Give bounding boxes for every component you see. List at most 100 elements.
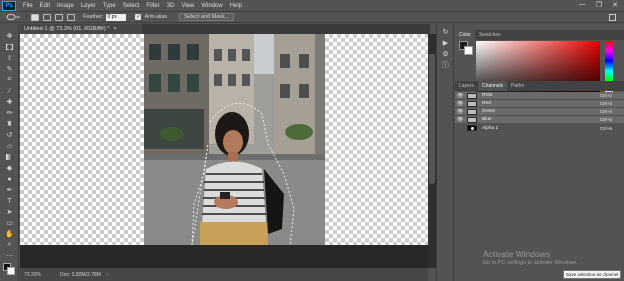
channel-thumbnail	[467, 100, 477, 107]
channel-thumbnail	[467, 116, 477, 123]
options-bar: Feather: 0 px ✓ Anti-alias Select and Ma…	[0, 11, 624, 23]
close-button[interactable]: ✕	[612, 1, 618, 9]
channel-shortcut: Ctrl+3	[599, 101, 612, 106]
channel-shortcut: Ctrl+6	[599, 125, 612, 131]
dodge-tool-icon[interactable]: ●	[5, 175, 14, 183]
window-controls: — ❐ ✕	[579, 1, 618, 9]
menu-filter[interactable]: Filter	[146, 3, 159, 9]
gradient-tool-icon[interactable]	[5, 153, 14, 161]
transparent-area-right	[325, 34, 428, 245]
crop-tool-icon[interactable]: ⌗	[5, 76, 14, 84]
menu-window[interactable]: Window	[201, 3, 222, 9]
channel-row-red[interactable]: 👁 Red Ctrl+3	[455, 100, 624, 108]
scrollbar-thumb[interactable]	[429, 54, 435, 184]
subtract-selection-icon[interactable]	[55, 13, 63, 21]
intersect-selection-icon[interactable]	[67, 13, 75, 21]
feather-input[interactable]: 0 px	[106, 13, 127, 21]
options-divider	[26, 13, 27, 21]
channel-name: Blue	[482, 117, 492, 122]
watermark-title: Activate Windows	[483, 249, 551, 259]
menu-edit[interactable]: Edit	[40, 3, 50, 9]
watermark-subtitle: Go to PC settings to activate Windows.	[483, 260, 579, 266]
tab-color[interactable]: Color	[455, 30, 475, 40]
select-and-mask-button[interactable]: Select and Mask...	[179, 13, 235, 21]
color-panel-background-swatch[interactable]	[464, 46, 473, 55]
background-color-swatch[interactable]	[7, 267, 15, 275]
restore-button[interactable]: ❐	[596, 1, 602, 9]
add-selection-icon[interactable]	[43, 13, 51, 21]
new-selection-icon[interactable]	[31, 13, 39, 21]
lasso-preset-icon[interactable]	[6, 13, 20, 22]
history-brush-icon[interactable]: ↺	[5, 131, 14, 139]
eraser-tool-icon[interactable]: ▱	[5, 142, 14, 150]
brush-tool-icon[interactable]: ✏	[5, 109, 14, 117]
healing-tool-icon[interactable]: ✚	[5, 98, 14, 106]
share-icon[interactable]	[609, 14, 616, 21]
layers-panel-tabs: Layers Channels Paths	[455, 81, 624, 91]
antialias-checkbox[interactable]: ✓	[135, 14, 142, 20]
info-panel-icon[interactable]: ⓘ	[441, 62, 450, 70]
channel-thumbnail	[467, 92, 477, 99]
channel-thumbnail	[467, 125, 477, 131]
channel-row-rgb[interactable]: 👁 RGB Ctrl+2	[455, 92, 624, 100]
visibility-eye-icon[interactable]: 👁	[457, 101, 465, 107]
channel-row-blue[interactable]: 👁 Blue Ctrl+5	[455, 116, 624, 124]
move-tool-icon[interactable]: ✥	[5, 32, 14, 40]
antialias-label: Anti-alias	[144, 14, 168, 20]
channel-row-alpha[interactable]: Alpha 1 Ctrl+6	[455, 124, 624, 133]
visibility-eye-icon[interactable]: 👁	[457, 109, 465, 115]
rectangle-tool-icon[interactable]: ▭	[5, 219, 14, 227]
hand-tool-icon[interactable]: ✋	[5, 230, 14, 238]
document-tab[interactable]: Untitled-1 @ 73.3% (01, RGB/8#) * ×	[20, 24, 142, 34]
tab-layers[interactable]: Layers	[455, 81, 478, 91]
marquee-tool-icon[interactable]	[5, 43, 14, 51]
edit-toolbar-icon[interactable]: ⋯	[5, 252, 14, 260]
menu-file[interactable]: File	[23, 3, 33, 9]
eyedropper-tool-icon[interactable]: ⁄	[5, 87, 14, 95]
channel-name: Red	[482, 101, 491, 106]
canvas-pasteboard	[20, 245, 428, 268]
blur-tool-icon[interactable]: ◆	[5, 164, 14, 172]
menu-layer[interactable]: Layer	[81, 3, 96, 9]
visibility-eye-icon[interactable]: 👁	[457, 117, 465, 123]
document-info: Doc: 3.80M/2.78M	[60, 271, 101, 278]
stamp-tool-icon[interactable]: ♜	[5, 120, 14, 128]
close-tab-icon[interactable]: ×	[113, 26, 116, 32]
lasso-tool-icon[interactable]: ℓ	[5, 54, 14, 62]
status-menu-arrow-icon[interactable]: ›	[107, 272, 109, 278]
tools-panel: ✥ ℓ ✎ ⌗ ⁄ ✚ ✏ ♜ ↺ ▱ ◆ ● ✒ T ➤ ▭ ✋ ⌕ ⋯	[0, 24, 19, 281]
document-canvas[interactable]	[20, 34, 428, 245]
photo-layer[interactable]	[144, 34, 325, 245]
menu-view[interactable]: View	[181, 3, 194, 9]
visibility-eye-icon[interactable]: 👁	[457, 93, 465, 99]
channel-name: Green	[482, 109, 496, 114]
menu-3d[interactable]: 3D	[167, 3, 175, 9]
properties-panel-icon[interactable]: ⚙	[441, 51, 450, 59]
menu-bar: Ps File Edit Image Layer Type Select Fil…	[0, 0, 624, 11]
menu-select[interactable]: Select	[123, 3, 140, 9]
menu-type[interactable]: Type	[103, 3, 116, 9]
actions-panel-icon[interactable]: ▶	[441, 40, 450, 48]
channel-name: RGB	[482, 93, 493, 98]
tab-bar-empty	[142, 24, 430, 34]
history-panel-icon[interactable]: ↻	[441, 29, 450, 37]
tab-swatches[interactable]: Swatches	[475, 30, 505, 40]
channel-shortcut: Ctrl+4	[599, 109, 612, 114]
zoom-tool-icon[interactable]: ⌕	[5, 241, 14, 249]
type-tool-icon[interactable]: T	[5, 197, 14, 205]
zoom-level[interactable]: 73.33%	[24, 272, 54, 278]
channel-row-green[interactable]: 👁 Green Ctrl+4	[455, 108, 624, 116]
vertical-scrollbar[interactable]	[428, 34, 436, 268]
path-select-icon[interactable]: ➤	[5, 208, 14, 216]
minimize-button[interactable]: —	[579, 1, 586, 9]
channel-name: Alpha 1	[482, 125, 499, 131]
menu-image[interactable]: Image	[57, 3, 74, 9]
tab-channels[interactable]: Channels	[478, 81, 508, 91]
document-title: Untitled-1 @ 73.3% (01, RGB/8#) *	[24, 26, 110, 32]
pen-tool-icon[interactable]: ✒	[5, 186, 14, 194]
tooltip: Save selection as channel	[563, 270, 622, 279]
menu-help[interactable]: Help	[230, 3, 242, 9]
quick-select-tool-icon[interactable]: ✎	[5, 65, 14, 73]
tab-paths[interactable]: Paths	[507, 81, 528, 91]
activate-windows-watermark: Activate Windows Go to PC settings to ac…	[483, 249, 578, 266]
